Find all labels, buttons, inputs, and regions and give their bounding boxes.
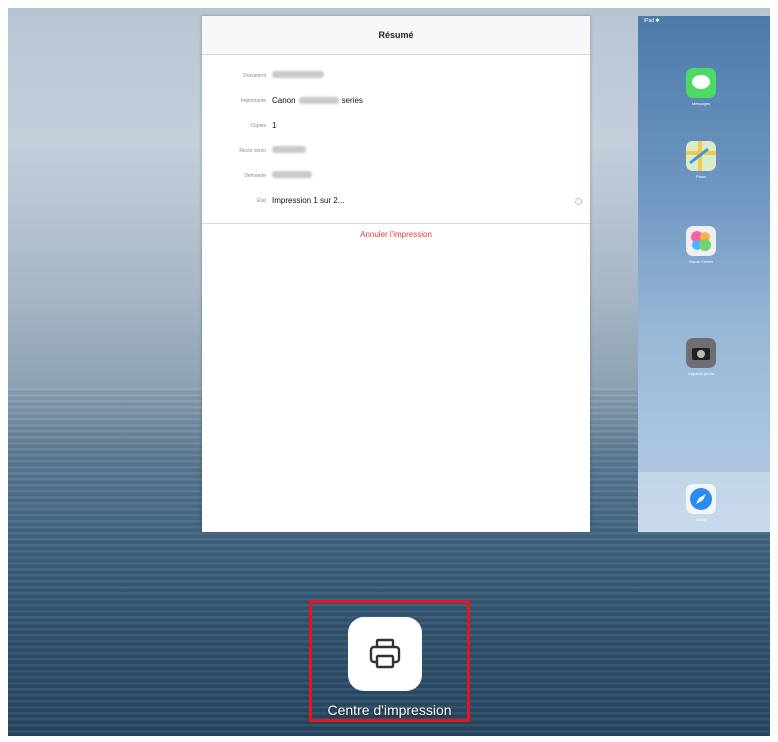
row-label: Imprimante [240,98,266,104]
summary-row-duplex: Recto verso [202,140,590,165]
blurred-value [298,97,339,104]
row-label: Demande [244,173,266,179]
camera-icon[interactable]: Appareil photo [686,338,716,376]
print-summary-card[interactable]: Résumé Document Imprimante Canon series … [202,16,590,532]
summary-row-status: État Impression 1 sur 2... [202,190,590,215]
summary-row-copies: Copies 1 [202,115,590,140]
blurred-value [272,171,312,178]
printer-suffix: series [341,96,363,105]
blurred-value [272,71,324,78]
app-label: Plans [695,174,706,179]
blurred-value [272,146,306,153]
row-label: Document [243,73,266,79]
row-label: Recto verso [239,148,266,154]
summary-row-printer: Imprimante Canon series [202,90,590,115]
dock: Safari [638,472,770,532]
app-label: Game Center [688,259,713,264]
home-screen-card[interactable]: iPad ✱ Messages Plans Game Center Appare… [638,16,770,532]
status-value: Impression 1 sur 2... [272,196,345,205]
app-label: Messages [691,101,711,106]
app-label: Safari [695,517,707,522]
messages-icon[interactable]: Messages [686,68,716,106]
cancel-print-button[interactable]: Annuler l'impression [202,224,590,239]
row-label: Copies [250,123,266,129]
safari-icon[interactable]: Safari [686,484,716,522]
summary-row-request: Demande [202,165,590,190]
activity-spinner-icon [575,198,582,205]
summary-row-document: Document [202,65,590,90]
summary-title: Résumé [202,16,590,55]
highlight-box [309,600,470,722]
row-label: État [257,198,266,204]
copies-value: 1 [272,121,277,130]
app-label: Appareil photo [688,371,714,376]
status-bar-text: iPad ✱ [644,18,660,24]
printer-prefix: Canon [272,96,296,105]
maps-icon[interactable]: Plans [686,141,716,179]
game-center-icon[interactable]: Game Center [686,226,716,264]
